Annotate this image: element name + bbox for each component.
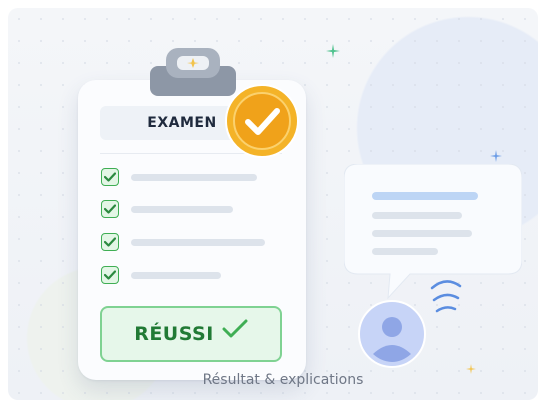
illustration-panel: EXAMEN RÉUSSI Résultat & explications: [8, 8, 538, 400]
check-badge-icon: [225, 84, 299, 158]
user-avatar-icon: [358, 300, 426, 368]
placeholder-line: [131, 206, 233, 213]
sparkle-icon: [490, 150, 502, 162]
caption: Résultat & explications: [202, 372, 364, 388]
placeholder-line: [131, 239, 265, 246]
checkbox-icon: [101, 200, 119, 218]
sparkle-icon: [326, 44, 340, 58]
exam-title: EXAMEN: [147, 115, 217, 131]
pass-label: RÉUSSI: [134, 323, 214, 345]
pass-stamp: RÉUSSI: [100, 306, 282, 362]
placeholder-line: [131, 272, 221, 279]
wifi-waves-icon: [430, 280, 462, 313]
placeholder-line: [131, 174, 257, 181]
check-icon: [222, 319, 248, 338]
checkbox-icon: [101, 233, 119, 251]
checkbox-icon: [101, 168, 119, 186]
sparkle-icon: [466, 364, 476, 374]
checkbox-icon: [101, 266, 119, 284]
